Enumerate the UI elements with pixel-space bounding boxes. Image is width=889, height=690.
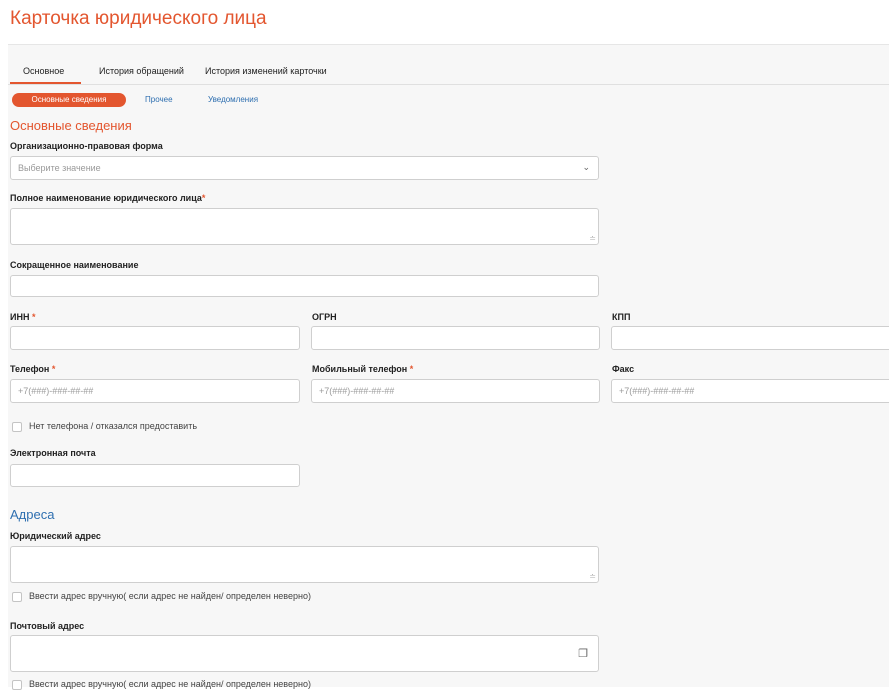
legal-address-manual-label: Ввести адрес вручную( если адрес не найд… xyxy=(29,591,311,601)
legal-address-textarea[interactable]: ≐ xyxy=(10,546,599,583)
section-title-addresses: Адреса xyxy=(10,507,55,522)
phone-placeholder: +7(###)-###-##-## xyxy=(18,386,94,396)
mobile-placeholder: +7(###)-###-##-## xyxy=(319,386,395,396)
fax-input[interactable]: +7(###)-###-##-## xyxy=(611,379,889,403)
ogrn-input[interactable] xyxy=(311,326,600,350)
required-mark: * xyxy=(201,193,206,203)
page-title: Карточка юридического лица xyxy=(10,8,267,29)
phone-input[interactable]: +7(###)-###-##-## xyxy=(10,379,300,403)
kpp-label: КПП xyxy=(612,312,631,322)
inn-input[interactable] xyxy=(10,326,300,350)
tabs-divider xyxy=(8,84,889,85)
legal-address-label: Юридический адрес xyxy=(10,531,101,541)
kpp-input[interactable] xyxy=(611,326,889,350)
postal-address-manual-label: Ввести адрес вручную( если адрес не найд… xyxy=(29,679,311,689)
email-label: Электронная почта xyxy=(10,448,96,458)
phone-label-text: Телефон xyxy=(10,364,50,374)
org-form-select[interactable]: Выберите значение ⌄ xyxy=(10,156,599,180)
ogrn-label: ОГРН xyxy=(312,312,337,322)
mobile-input[interactable]: +7(###)-###-##-## xyxy=(311,379,600,403)
tab-main[interactable]: Основное xyxy=(23,66,64,76)
inn-label: ИНН * xyxy=(10,312,36,322)
inn-label-text: ИНН xyxy=(10,312,30,322)
tab-request-history[interactable]: История обращений xyxy=(99,66,184,76)
fax-label: Факс xyxy=(612,364,635,374)
postal-address-manual-checkbox[interactable] xyxy=(12,680,22,690)
resize-handle-icon[interactable]: ≐ xyxy=(589,573,596,581)
short-name-input[interactable] xyxy=(10,275,599,297)
full-name-textarea[interactable]: ≐ xyxy=(10,208,599,245)
no-phone-label: Нет телефона / отказался предоставить xyxy=(29,421,198,431)
tab-card-change-history[interactable]: История изменений карточки xyxy=(205,66,327,76)
resize-handle-icon[interactable]: ≐ xyxy=(589,235,596,243)
mobile-label-text: Мобильный телефон xyxy=(312,364,408,374)
section-title-main: Основные сведения xyxy=(10,118,132,133)
phone-label: Телефон * xyxy=(10,364,55,374)
postal-address-textarea[interactable]: ❐ xyxy=(10,635,599,672)
subtab-main-info[interactable]: Основные сведения xyxy=(12,93,126,107)
required-mark: * xyxy=(51,364,56,374)
no-phone-checkbox[interactable] xyxy=(12,422,22,432)
org-form-label: Организационно-правовая форма xyxy=(10,141,163,151)
org-form-placeholder: Выберите значение xyxy=(18,163,101,173)
postal-address-label: Почтовый адрес xyxy=(10,621,85,631)
full-name-label: Полное наименование юридического лица* xyxy=(10,193,205,203)
chevron-down-icon: ⌄ xyxy=(582,162,590,172)
subtab-notifications[interactable]: Уведомления xyxy=(208,95,258,104)
full-name-label-text: Полное наименование юридического лица xyxy=(10,193,202,203)
mobile-label: Мобильный телефон * xyxy=(312,364,413,374)
required-mark: * xyxy=(409,364,414,374)
copy-icon[interactable]: ❐ xyxy=(578,647,588,660)
email-input[interactable] xyxy=(10,464,300,487)
short-name-label: Сокращенное наименование xyxy=(10,260,139,270)
required-mark: * xyxy=(31,312,36,322)
fax-placeholder: +7(###)-###-##-## xyxy=(619,386,695,396)
legal-address-manual-checkbox[interactable] xyxy=(12,592,22,602)
subtab-other[interactable]: Прочее xyxy=(145,95,173,104)
